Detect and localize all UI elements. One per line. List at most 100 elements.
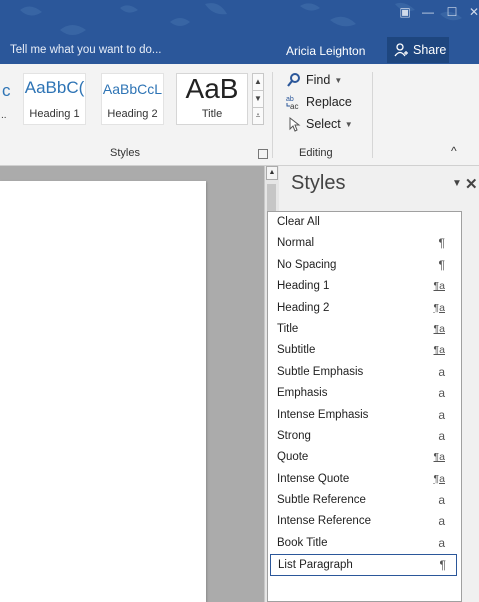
find-button[interactable]: Find ▼: [286, 70, 342, 90]
gallery-scroll-down-icon[interactable]: ▼: [253, 91, 263, 108]
linked-style-icon: ¶a: [433, 472, 445, 485]
linked-style-icon: ¶a: [433, 301, 445, 314]
share-button[interactable]: Share: [387, 37, 449, 63]
style-item-label: Strong: [277, 429, 311, 442]
style-item[interactable]: Intense Quote ¶a: [268, 469, 461, 490]
gallery-partial-ellipsis: ..: [1, 110, 7, 121]
gallery-scroller[interactable]: ▲ ▼ ⩡: [252, 73, 264, 125]
magnifier-icon: [287, 73, 300, 87]
linked-style-icon: ¶a: [433, 322, 445, 335]
style-gallery-heading-1[interactable]: AaBbC( Heading 1: [23, 73, 86, 125]
gallery-sample: AaB: [185, 73, 239, 104]
document-area: [0, 166, 264, 602]
ribbon-display-options-icon[interactable]: ▣: [395, 2, 415, 22]
style-item-label: Heading 2: [277, 301, 330, 314]
group-divider: [372, 72, 373, 158]
replace-icon: ab ac: [286, 96, 298, 110]
minimize-icon[interactable]: —: [418, 2, 438, 22]
select-button[interactable]: Select ▼: [286, 114, 353, 134]
styles-pane-title: Styles: [291, 172, 346, 194]
style-item-label: Heading 1: [277, 280, 330, 293]
close-icon[interactable]: ✕: [465, 175, 478, 193]
gallery-label: Title: [201, 108, 223, 120]
style-item[interactable]: Strong a: [268, 426, 461, 447]
find-label: Find: [306, 73, 331, 87]
clear-all-item[interactable]: Clear All: [268, 212, 461, 233]
svg-text:ac: ac: [290, 102, 298, 110]
style-item[interactable]: Book Title a: [268, 533, 461, 554]
character-style-icon: a: [438, 535, 445, 550]
gallery-scroll-up-icon[interactable]: ▲: [253, 74, 263, 91]
style-item-label: Intense Reference: [277, 515, 371, 528]
style-gallery-title[interactable]: AaB Title: [176, 73, 248, 125]
style-item[interactable]: Heading 1 ¶a: [268, 276, 461, 297]
maximize-icon[interactable]: ☐: [442, 2, 462, 22]
gallery-sample: AaBbC(: [24, 78, 85, 97]
character-style-icon: a: [438, 493, 445, 508]
style-item[interactable]: Intense Emphasis a: [268, 405, 461, 426]
style-item-label: Quote: [277, 451, 309, 464]
scroll-up-icon[interactable]: ▲: [266, 166, 278, 180]
style-item-label: Subtle Reference: [277, 494, 366, 507]
character-style-icon: a: [438, 407, 445, 422]
account-name[interactable]: Aricia Leighton: [286, 44, 365, 58]
ribbon: c .. AaBbC( Heading 1 AaBbCcL Heading 2 …: [0, 64, 479, 166]
gallery-item-partial[interactable]: c ..: [0, 76, 12, 126]
style-item[interactable]: Subtitle ¶a: [268, 340, 461, 361]
styles-list-inner: Clear All Normal ¶ No Spacing ¶ Heading 1 ¶a H…: [268, 212, 461, 576]
title-bar: ▣ — ☐ ✕ Tell me what you want to do... A…: [0, 0, 479, 64]
style-item-label: Book Title: [277, 536, 328, 549]
person-icon: [394, 43, 408, 57]
linked-style-icon: ¶a: [433, 344, 445, 357]
select-label: Select: [306, 117, 341, 131]
document-page[interactable]: [0, 181, 206, 602]
style-item-label: List Paragraph: [278, 559, 353, 572]
style-item[interactable]: Quote ¶a: [268, 447, 461, 468]
replace-button[interactable]: ab ac Replace: [286, 92, 352, 112]
style-item[interactable]: Intense Reference a: [268, 511, 461, 532]
style-item[interactable]: Heading 2 ¶a: [268, 298, 461, 319]
style-item-label: Subtle Emphasis: [277, 365, 364, 378]
character-style-icon: a: [438, 364, 445, 379]
style-item-label: Clear All: [277, 216, 320, 228]
linked-style-icon: ¶a: [433, 280, 445, 293]
gallery-label: Heading 1: [29, 108, 80, 120]
style-item[interactable]: Subtle Emphasis a: [268, 362, 461, 383]
editing-group-label: Editing: [299, 147, 333, 159]
linked-style-icon: ¶a: [433, 451, 445, 464]
tell-me-search[interactable]: Tell me what you want to do...: [10, 44, 162, 56]
chevron-down-icon: ▼: [334, 75, 343, 85]
paragraph-style-icon: ¶: [438, 257, 445, 272]
style-item-label: Normal: [277, 237, 315, 250]
style-item[interactable]: Normal ¶: [268, 233, 461, 254]
chevron-down-icon: ▼: [344, 119, 353, 129]
pointer-icon: [289, 116, 301, 132]
style-item-label: Emphasis: [277, 387, 328, 400]
character-style-icon: a: [438, 514, 445, 529]
style-gallery-heading-2[interactable]: AaBbCcL Heading 2: [101, 73, 164, 125]
style-item-label: Title: [277, 322, 299, 335]
gallery-partial-sample: c: [2, 81, 11, 100]
replace-label: Replace: [306, 95, 352, 109]
gallery-more-icon[interactable]: ⩡: [253, 108, 263, 124]
styles-group-label: Styles: [110, 147, 140, 159]
styles-pane: Styles ▼ ✕ Clear All Normal ¶ No Spacing ¶ H…: [267, 166, 479, 602]
style-item-label: No Spacing: [277, 258, 337, 271]
styles-dialog-launcher-icon[interactable]: [258, 149, 268, 159]
collapse-ribbon-icon[interactable]: ^: [451, 144, 457, 158]
character-style-icon: a: [438, 428, 445, 443]
paragraph-style-icon: ¶: [439, 558, 446, 573]
style-item[interactable]: No Spacing ¶: [268, 255, 461, 276]
style-item[interactable]: Emphasis a: [268, 383, 461, 404]
style-item[interactable]: Title ¶a: [268, 319, 461, 340]
style-item-label: Intense Quote: [277, 472, 350, 485]
close-window-icon[interactable]: ✕: [464, 2, 479, 22]
gallery-sample: AaBbCcL: [102, 81, 163, 97]
pane-options-icon[interactable]: ▼: [452, 178, 462, 189]
paragraph-style-icon: ¶: [438, 236, 445, 251]
style-item[interactable]: List Paragraph ¶: [270, 554, 457, 576]
style-item[interactable]: Subtle Reference a: [268, 490, 461, 511]
group-divider: [272, 72, 273, 158]
style-item-label: Intense Emphasis: [277, 408, 369, 421]
character-style-icon: a: [438, 386, 445, 401]
